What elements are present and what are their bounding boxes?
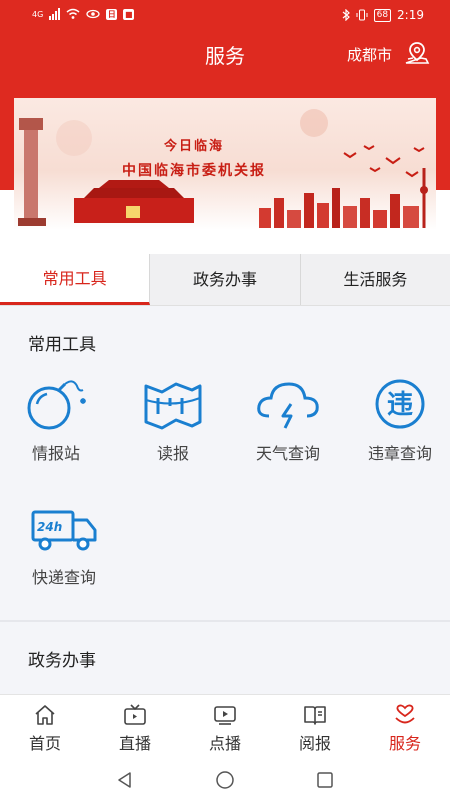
system-navigation [0,760,450,800]
tool-label: 违章查询 [367,444,432,463]
newspaper-map-icon [144,382,202,430]
tool-label: 情报站 [31,444,80,463]
section-title-gov: 政务办事 [28,651,96,671]
notification-icon: 日 [106,8,118,20]
banner-title: 今日临海 [164,139,225,154]
nav-read-paper[interactable]: 阅报 [270,695,360,760]
tab-government-affairs[interactable]: 政务办事 [150,254,301,305]
city-selector[interactable]: 成都市 [347,44,392,65]
tool-read-paper[interactable]: 读报 [123,376,223,464]
heart-service-icon [395,704,415,724]
app-notification-icon: ■ [123,8,135,20]
recents-icon[interactable] [315,770,335,790]
nav-label: 服务 [388,734,421,753]
signal-icon [49,8,61,20]
banner[interactable]: 今日临海 中国临海市委机关报 [14,98,436,230]
clock: 2:19 [397,8,424,22]
svg-text:24h: 24h [37,520,62,534]
tool-label: 快递查询 [31,568,96,587]
tool-violation[interactable]: 违 违章查询 [350,376,450,464]
eye-icon [86,9,100,19]
battery-indicator: 68 [373,8,392,22]
home-icon [35,705,55,725]
bottom-navigation: 首页 直播 点播 阅报 服务 [0,694,450,760]
nav-vod[interactable]: 点播 [180,695,270,760]
tv-icon [124,704,146,725]
delivery-truck-icon: 24h [31,510,97,551]
weather-cloud-icon [257,382,319,429]
home-circle-icon[interactable] [215,770,235,790]
title-bar: 服务 成都市 [0,30,450,74]
nav-label: 首页 [28,734,61,753]
violation-icon: 违 [375,379,425,429]
location-icon[interactable] [404,40,430,66]
banner-subtitle: 中国临海市委机关报 [122,163,266,179]
nav-label: 点播 [208,734,241,753]
vibrate-icon [356,9,368,21]
tool-label: 天气查询 [255,444,320,463]
book-icon [304,706,326,725]
tool-intel-station[interactable]: 情报站 [6,376,106,464]
section-divider [0,620,450,622]
bomb-icon [27,380,86,430]
nav-live[interactable]: 直播 [90,695,180,760]
back-icon[interactable] [115,770,135,790]
svg-text:违: 违 [387,390,413,420]
nav-label: 阅报 [298,734,331,753]
tool-label: 读报 [156,444,189,463]
tool-weather[interactable]: 天气查询 [238,376,338,464]
nav-label: 直播 [118,734,151,753]
section-title-tools: 常用工具 [28,335,96,355]
wifi-icon [66,8,80,19]
bluetooth-icon [342,9,350,21]
category-tabs: 常用工具 政务办事 生活服务 [0,254,450,306]
nav-service[interactable]: 服务 [360,695,450,760]
tool-delivery[interactable]: 24h 快递查询 [14,500,114,588]
status-bar: 4G 日 ■ 68 2:19 [0,0,450,30]
video-play-icon [214,706,236,725]
network-type: 4G [32,9,44,19]
tab-life-services[interactable]: 生活服务 [301,254,450,305]
nav-home[interactable]: 首页 [0,695,90,760]
tab-common-tools[interactable]: 常用工具 [0,254,151,305]
